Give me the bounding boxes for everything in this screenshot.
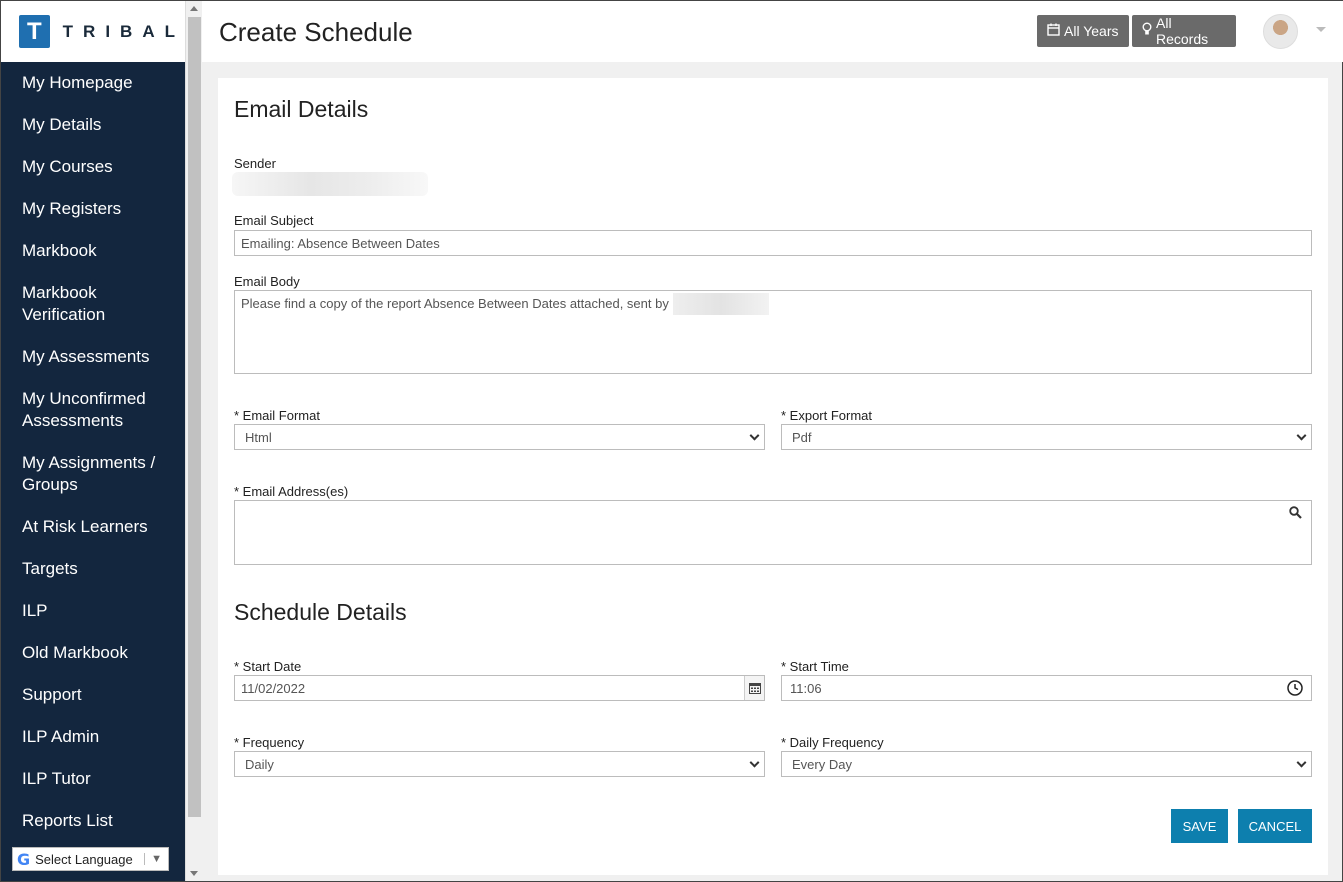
logo-mark: T [19, 15, 50, 48]
daily-frequency-select[interactable]: Every Day [781, 751, 1312, 777]
save-button[interactable]: SAVE [1171, 809, 1228, 843]
all-records-button[interactable]: All Records [1132, 15, 1236, 47]
schedule-details-heading: Schedule Details [234, 599, 407, 625]
clock-icon[interactable] [1287, 680, 1303, 699]
nav-item-my-homepage[interactable]: My Homepage [1, 62, 185, 104]
search-icon[interactable] [1289, 506, 1302, 522]
export-format-label: * Export Format [781, 408, 873, 423]
nav-item-at-risk-learners[interactable]: At Risk Learners [1, 506, 185, 548]
email-addresses-label: * Email Address(es) [234, 484, 349, 499]
email-subject-input[interactable]: Emailing: Absence Between Dates [234, 230, 1312, 256]
user-menu-caret-icon[interactable] [1316, 27, 1326, 32]
email-details-heading: Email Details [234, 96, 369, 122]
calendar-icon[interactable] [744, 676, 764, 700]
nav-item-reports-list[interactable]: Reports List [1, 800, 185, 842]
email-format-label: * Email Format [234, 408, 320, 423]
nav-item-old-markbook[interactable]: Old Markbook [1, 632, 185, 674]
page-title: Create Schedule [219, 17, 413, 47]
chevron-down-icon [749, 757, 760, 768]
user-avatar[interactable] [1263, 14, 1298, 49]
nav-item-ilp[interactable]: ILP [1, 590, 185, 632]
lightbulb-icon [1142, 22, 1152, 40]
daily-frequency-value: Every Day [792, 756, 852, 772]
chevron-down-icon [1296, 757, 1307, 768]
nav-item-my-details[interactable]: My Details [1, 104, 185, 146]
sidebar: T TRIBAL My Homepage My Details My Cours… [1, 1, 185, 881]
email-addresses-input[interactable] [234, 500, 1312, 565]
start-date-label: * Start Date [234, 659, 302, 674]
nav-item-ilp-admin[interactable]: ILP Admin [1, 716, 185, 758]
start-date-value: 11/02/2022 [241, 680, 306, 696]
start-time-label: * Start Time [781, 659, 849, 674]
nav-item-my-courses[interactable]: My Courses [1, 146, 185, 188]
top-header: Create Schedule All Years All Records [202, 1, 1343, 62]
export-format-value: Pdf [792, 429, 812, 445]
calendar-icon [1047, 23, 1060, 40]
daily-frequency-label: * Daily Frequency [781, 735, 884, 750]
email-body-text: Please find a copy of the report Absence… [241, 296, 669, 311]
create-schedule-form: Email Details Sender Email Subject Email… [218, 78, 1328, 875]
nav-item-targets[interactable]: Targets [1, 548, 185, 590]
sender-name-redacted [672, 293, 769, 315]
scroll-down-icon[interactable] [190, 871, 198, 876]
chevron-down-icon [749, 430, 760, 441]
frequency-label: * Frequency [234, 735, 305, 750]
tribal-logo[interactable]: T TRIBAL [1, 1, 185, 62]
nav-item-ilp-tutor[interactable]: ILP Tutor [1, 758, 185, 800]
nav-item-my-assignments-groups[interactable]: My Assignments / Groups [1, 442, 171, 506]
cancel-button[interactable]: CANCEL [1238, 809, 1312, 843]
start-date-input[interactable]: 11/02/2022 [234, 675, 765, 701]
nav-item-my-registers[interactable]: My Registers [1, 188, 185, 230]
start-time-input[interactable]: 11:06 [781, 675, 1312, 701]
nav-item-my-assessments[interactable]: My Assessments [1, 336, 185, 378]
nav-item-my-unconfirmed-assessments[interactable]: My Unconfirmed Assessments [1, 378, 161, 442]
translate-label: Select Language [35, 851, 133, 867]
frequency-value: Daily [245, 756, 274, 772]
email-subject-label: Email Subject [234, 213, 314, 228]
chevron-down-icon [1296, 430, 1307, 441]
all-years-label: All Years [1064, 23, 1119, 39]
scroll-up-icon[interactable] [190, 6, 198, 11]
sender-label: Sender [234, 156, 276, 171]
nav-item-support[interactable]: Support [1, 674, 185, 716]
frequency-select[interactable]: Daily [234, 751, 765, 777]
email-format-select[interactable]: Html [234, 424, 765, 450]
all-records-label: All Records [1156, 15, 1209, 47]
scrollbar-thumb[interactable] [188, 17, 201, 817]
email-body-textarea[interactable]: Please find a copy of the report Absence… [234, 290, 1312, 374]
email-body-label: Email Body [234, 274, 300, 289]
start-time-value: 11:06 [790, 680, 822, 696]
nav-item-markbook-verification[interactable]: Markbook Verification [1, 272, 141, 336]
sender-value-redacted [232, 172, 428, 196]
logo-text: TRIBAL [62, 21, 185, 41]
google-icon: G [17, 849, 31, 869]
export-format-select[interactable]: Pdf [781, 424, 1312, 450]
caret-down-icon: ▼ [144, 853, 168, 865]
nav-list: My Homepage My Details My Courses My Reg… [1, 62, 185, 881]
nav-item-markbook[interactable]: Markbook [1, 230, 185, 272]
google-translate-widget[interactable]: G Select Language ▼ [12, 847, 169, 871]
sidebar-scrollbar[interactable] [185, 1, 202, 881]
all-years-button[interactable]: All Years [1037, 15, 1129, 47]
email-format-value: Html [245, 429, 272, 445]
